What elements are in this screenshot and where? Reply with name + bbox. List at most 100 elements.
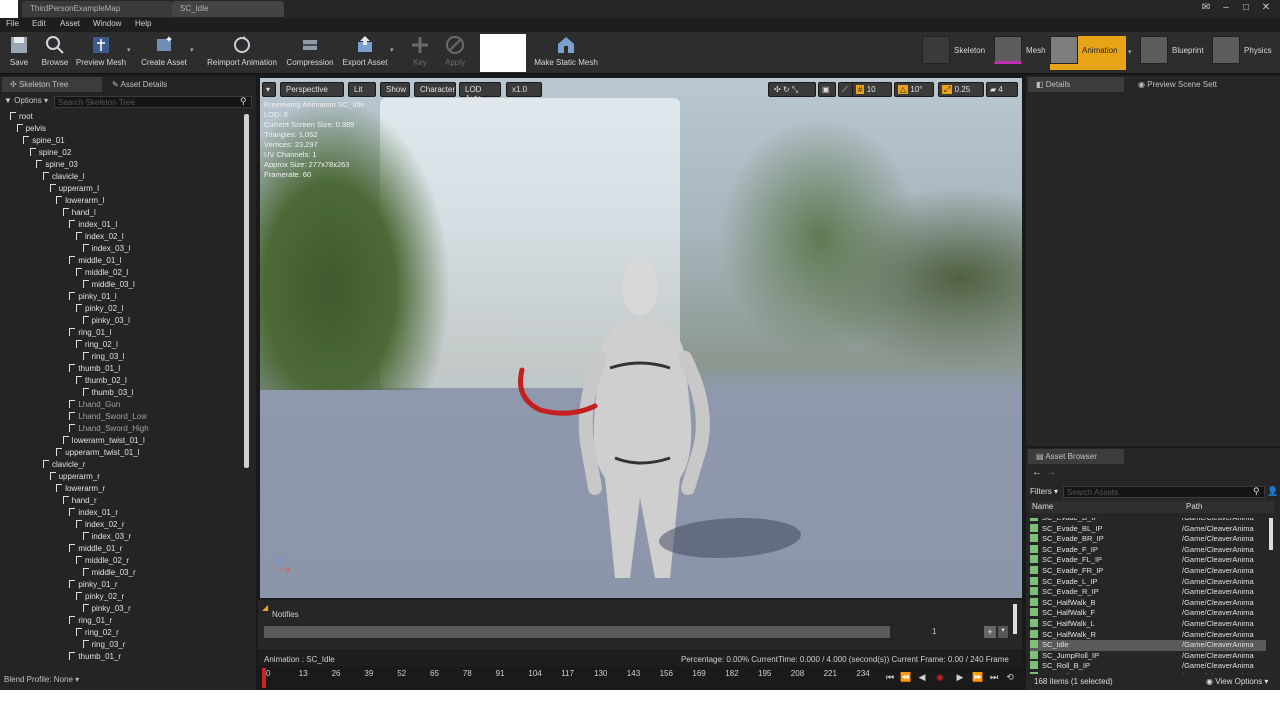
- tree-row[interactable]: ring_03_r: [82, 640, 125, 652]
- tree-row[interactable]: pinky_03_r: [82, 604, 131, 616]
- tree-row[interactable]: pinky_01_r: [69, 580, 118, 592]
- tree-row[interactable]: spine_02: [29, 148, 71, 160]
- tab-skeleton-tree[interactable]: ✣ Skeleton Tree: [2, 77, 102, 92]
- tree-row[interactable]: upperarm_l: [49, 184, 99, 196]
- skip-to-start-icon[interactable]: ⏮: [884, 672, 896, 684]
- tree-row[interactable]: lowerarm_r: [56, 484, 105, 496]
- play-icon[interactable]: ▶: [954, 672, 966, 684]
- scale-snap-button[interactable]: ⤢ 0.25: [938, 82, 984, 97]
- tree-row[interactable]: index_03_r: [82, 532, 131, 544]
- loop-icon[interactable]: ⟲: [1004, 672, 1016, 684]
- tree-row[interactable]: hand_l: [62, 208, 96, 220]
- tree-row[interactable]: spine_01: [23, 136, 65, 148]
- grid-snap-button[interactable]: # 10: [852, 82, 892, 97]
- asset-row[interactable]: SC_Evade_FR_IP/Game/CleaverAnima: [1030, 566, 1266, 577]
- asset-row[interactable]: SC_Evade_BR_IP/Game/CleaverAnima: [1030, 534, 1266, 545]
- tree-row[interactable]: index_02_r: [76, 520, 125, 532]
- tree-row[interactable]: pinky_01_l: [69, 292, 117, 304]
- skip-to-end-icon[interactable]: ⏭: [988, 672, 1000, 684]
- tree-row[interactable]: upperarm_twist_01_l: [56, 448, 139, 460]
- export-asset-dropdown-icon[interactable]: ▾: [390, 46, 394, 54]
- preview-mesh-button[interactable]: Preview Mesh: [74, 34, 128, 72]
- asset-row[interactable]: SC_HalfWalk_B/Game/CleaverAnima: [1030, 597, 1266, 609]
- tree-row[interactable]: lowerarm_twist_01_l: [62, 436, 145, 448]
- asset-row[interactable]: SC_Evade_FL_IP/Game/CleaverAnima: [1030, 555, 1266, 566]
- tree-row[interactable]: ring_03_l: [82, 352, 125, 364]
- tree-row[interactable]: Lhand_Sword_High: [69, 424, 149, 436]
- tree-row[interactable]: thumb_03_l: [82, 388, 133, 400]
- menu-help[interactable]: Help: [135, 19, 151, 28]
- tree-row[interactable]: ring_01_r: [69, 616, 112, 628]
- document-tab-animation[interactable]: SC_Idle: [172, 1, 284, 17]
- preview-mesh-dropdown-icon[interactable]: ▾: [127, 46, 131, 54]
- camera-speed-button[interactable]: ▰ 4: [986, 82, 1018, 97]
- maximize-icon[interactable]: □: [1238, 2, 1254, 16]
- mode-animation-button[interactable]: Animation: [1050, 36, 1126, 70]
- asset-row[interactable]: SC_HalfWalk_L/Game/CleaverAnima: [1030, 619, 1266, 630]
- asset-row[interactable]: SC_HalfWalk_R/Game/CleaverAnima: [1030, 629, 1266, 641]
- tree-row[interactable]: clavicle_r: [43, 460, 85, 472]
- step-back-icon[interactable]: ⏪: [900, 672, 912, 684]
- menu-asset[interactable]: Asset: [60, 19, 80, 28]
- reimport-animation-button[interactable]: Reimport Animation: [204, 34, 280, 72]
- tree-row[interactable]: index_01_r: [69, 508, 118, 520]
- asset-list-scrollbar[interactable]: [1269, 518, 1273, 550]
- asset-row[interactable]: SC_Roll_BL_IP/Game/CleaverAnima: [1030, 672, 1266, 674]
- tree-row[interactable]: pelvis: [16, 124, 46, 136]
- tree-row[interactable]: middle_01_r: [69, 544, 122, 556]
- tree-row[interactable]: middle_01_l: [69, 256, 122, 268]
- tree-row[interactable]: pinky_02_r: [76, 592, 124, 604]
- asset-row[interactable]: SC_JumpRoll_IP/Game/CleaverAnima: [1030, 650, 1266, 662]
- perspective-button[interactable]: Perspective: [280, 82, 344, 97]
- tree-row[interactable]: thumb_01_l: [69, 364, 120, 376]
- tree-row[interactable]: index_01_l: [69, 220, 117, 232]
- asset-row[interactable]: SC_Evade_R_IP/Game/CleaverAnima: [1030, 587, 1266, 598]
- mode-blueprint-button[interactable]: Blueprint: [1140, 36, 1208, 70]
- apply-button[interactable]: Apply: [440, 34, 470, 72]
- play-reverse-icon[interactable]: ◀: [916, 672, 928, 684]
- tree-row[interactable]: upperarm_r: [49, 472, 100, 484]
- viewport-options-dropdown[interactable]: ▾: [262, 82, 276, 97]
- minimize-icon[interactable]: –: [1218, 2, 1234, 16]
- asset-row[interactable]: SC_Idle/Game/CleaverAnima: [1030, 640, 1266, 651]
- tree-scrollbar[interactable]: [244, 114, 249, 468]
- compression-button[interactable]: Compression: [285, 34, 335, 72]
- notifies-scrollbar[interactable]: [1013, 604, 1017, 634]
- step-forward-icon[interactable]: ⏩: [972, 672, 984, 684]
- close-icon[interactable]: ✕: [1258, 2, 1274, 16]
- blend-profile-dropdown[interactable]: Blend Profile: None ▾: [4, 675, 79, 684]
- tree-row[interactable]: index_03_l: [82, 244, 130, 256]
- transform-tools[interactable]: ✣ ↻ ⤡: [768, 82, 816, 97]
- tree-row[interactable]: thumb_02_l: [76, 376, 127, 388]
- back-arrow-icon[interactable]: ←: [1032, 467, 1042, 478]
- tab-asset-browser[interactable]: ▤ Asset Browser: [1028, 449, 1124, 464]
- animation-dropdown-icon[interactable]: ▾: [1128, 48, 1132, 56]
- tab-preview-scene-settings[interactable]: ◉ Preview Scene Sett: [1130, 77, 1240, 92]
- playback-speed-button[interactable]: x1.0: [506, 82, 542, 97]
- create-asset-button[interactable]: Create Asset: [138, 34, 190, 72]
- export-asset-button[interactable]: Export Asset: [340, 34, 390, 72]
- user-icon[interactable]: 👤: [1267, 486, 1278, 497]
- tree-row[interactable]: pinky_02_l: [76, 304, 123, 316]
- mode-mesh-button[interactable]: Mesh: [994, 36, 1048, 70]
- menu-file[interactable]: File: [6, 19, 19, 28]
- lit-button[interactable]: Lit: [348, 82, 376, 97]
- mode-physics-button[interactable]: Physics: [1212, 36, 1278, 70]
- local-space-icon[interactable]: ▣: [818, 82, 836, 97]
- tree-row[interactable]: spine_03: [36, 160, 78, 172]
- show-button[interactable]: Show: [380, 82, 410, 97]
- rotation-snap-button[interactable]: △ 10°: [894, 82, 934, 97]
- save-button[interactable]: Save: [6, 34, 32, 72]
- tree-row[interactable]: root: [10, 112, 33, 124]
- menu-window[interactable]: Window: [93, 19, 121, 28]
- options-dropdown[interactable]: ▼ Options ▾: [4, 96, 54, 108]
- tab-asset-details[interactable]: ✎ Asset Details: [104, 77, 204, 92]
- record-icon[interactable]: ◉: [934, 672, 946, 684]
- key-button[interactable]: Key: [408, 34, 432, 72]
- asset-row[interactable]: SC_HalfWalk_F/Game/CleaverAnima: [1030, 608, 1266, 619]
- tree-row[interactable]: clavicle_l: [43, 172, 84, 184]
- tree-row[interactable]: Lhand_Sword_Low: [69, 412, 147, 424]
- mode-skeleton-button[interactable]: Skeleton: [922, 36, 990, 70]
- tree-row[interactable]: middle_02_r: [76, 556, 129, 568]
- window-notification-icon[interactable]: ✉: [1198, 2, 1214, 16]
